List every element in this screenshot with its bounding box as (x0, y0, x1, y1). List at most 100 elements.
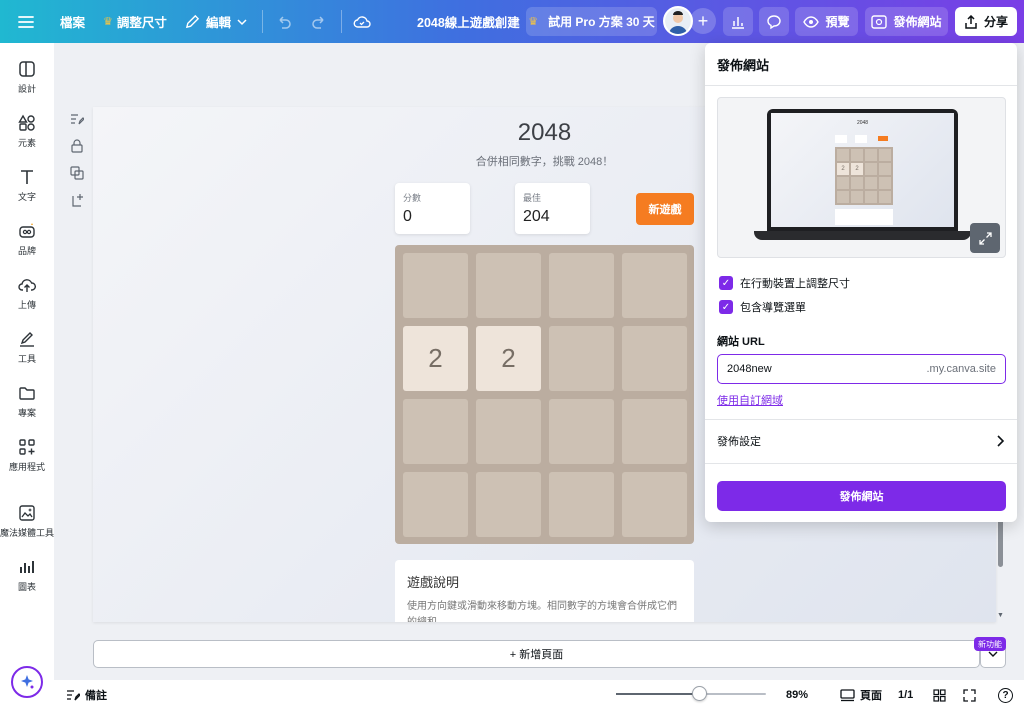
page-count: 1/1 (898, 689, 914, 701)
grid-icon (933, 688, 946, 702)
fullscreen-button[interactable] (963, 680, 976, 710)
scroll-thumb[interactable] (998, 517, 1003, 567)
game-tile: 2 (403, 326, 468, 391)
lock-icon[interactable] (70, 139, 84, 153)
publish-website-button[interactable]: 發佈網站 (717, 481, 1006, 511)
sidebar-item-magic-media[interactable]: 魔法媒體工具 (0, 504, 54, 539)
game-tile: 2 (476, 326, 541, 391)
expand-preview-button[interactable] (970, 223, 1000, 253)
document-title[interactable]: 2048線上遊戲創建 (417, 0, 520, 43)
avatar[interactable] (663, 6, 693, 36)
preview-instructions (835, 209, 893, 225)
preview-tile (837, 149, 849, 161)
sidebar-item-label: 文字 (17, 192, 36, 202)
user-avatar-icon (665, 8, 691, 34)
game-tile (476, 399, 541, 464)
sidebar-item-label: 元素 (17, 138, 36, 148)
notes-button[interactable]: 備註 (66, 680, 107, 710)
site-url-input[interactable] (727, 363, 907, 375)
instructions-card: 遊戲說明 使用方向鍵或滑動來移動方塊。相同數字的方塊會合併成它們的總和。 (395, 560, 694, 622)
preview-game-title: 2048 (856, 120, 869, 126)
menu-button[interactable] (18, 0, 34, 43)
zoom-slider[interactable] (616, 686, 766, 701)
cloud-save-status[interactable] (353, 0, 371, 43)
pages-icon (840, 688, 855, 701)
resize-button[interactable]: ♛ 調整尺寸 (103, 0, 167, 43)
sparkle-icon (21, 675, 34, 689)
game-tile (622, 253, 687, 318)
publish-site-panel: 發佈網站 2048 22 ✓ 在行動裝置上調整尺寸 ✓ 包含導覽選單 網站 UR… (705, 43, 1017, 522)
sidebar-item-label: 品牌 (17, 246, 36, 256)
game-tile (476, 253, 541, 318)
preview-button[interactable]: 預覽 (795, 7, 858, 36)
sidebar-item-label: 上傳 (17, 300, 36, 310)
chart-icon (20, 561, 34, 573)
scroll-down-arrow-icon[interactable]: ▼ (997, 612, 1004, 619)
include-nav-option[interactable]: ✓ 包含導覽選單 (719, 299, 806, 315)
game-tile (622, 326, 687, 391)
url-suffix: .my.canva.site (926, 363, 997, 375)
custom-domain-link[interactable]: 使用自訂網域 (717, 392, 783, 408)
new-game-button[interactable]: 新遊戲 (636, 193, 694, 225)
sidebar-item-label: 工具 (17, 354, 36, 364)
notes-label: 備註 (85, 690, 107, 702)
preview-tile (851, 191, 863, 203)
help-button[interactable]: ? (998, 680, 1013, 710)
edit-menu[interactable]: 編輯 (185, 0, 247, 43)
sidebar-item-projects[interactable]: 專案 (0, 384, 54, 419)
preview-tile (879, 149, 891, 161)
game-tile (403, 399, 468, 464)
sidebar-item-charts[interactable]: 圖表 (0, 558, 54, 593)
redo-button[interactable] (311, 0, 327, 43)
pages-label: 頁面 (860, 690, 882, 702)
game-tile (403, 472, 468, 537)
url-label: 網站 URL (717, 336, 765, 348)
comments-button[interactable] (759, 7, 789, 36)
resize-mobile-option[interactable]: ✓ 在行動裝置上調整尺寸 (719, 275, 850, 291)
undo-button[interactable] (276, 0, 292, 43)
share-button[interactable]: 分享 (955, 7, 1017, 36)
add-page-button[interactable]: + 新增頁面 (93, 640, 980, 668)
publish-site-button[interactable]: 發佈網站 (865, 7, 948, 36)
preview-tile (837, 177, 849, 189)
sidebar-item-uploads[interactable]: 上傳 (0, 276, 54, 311)
sidebar-item-design[interactable]: 設計 (0, 60, 54, 95)
notes-edit-icon[interactable] (70, 112, 84, 126)
magic-media-icon (19, 505, 35, 521)
chevron-down-icon (237, 18, 247, 25)
file-menu[interactable]: 檔案 (60, 0, 85, 43)
zoom-slider-thumb[interactable] (691, 686, 707, 701)
magic-assistant-button[interactable] (11, 666, 43, 698)
grid-view-button[interactable] (933, 680, 946, 710)
add-collaborator-button[interactable]: + (690, 8, 716, 34)
upload-share-icon (965, 14, 977, 29)
brand-icon (19, 223, 35, 238)
game-tile (549, 326, 614, 391)
sidebar-item-apps[interactable]: 應用程式 (0, 438, 54, 473)
game-tile (549, 472, 614, 537)
game-tile (549, 253, 614, 318)
duplicate-icon[interactable] (70, 166, 84, 180)
sidebar-item-brand[interactable]: 品牌 (0, 222, 54, 257)
publish-settings-row[interactable]: 發佈設定 (705, 419, 1017, 463)
bottom-bar: 備註 89% 頁面 1/1 ? (54, 680, 1024, 710)
checkbox-checked-icon[interactable]: ✓ (719, 300, 733, 314)
insights-button[interactable] (723, 7, 753, 36)
page-tools (70, 112, 84, 207)
plus-icon: + (697, 10, 709, 31)
checkbox-checked-icon[interactable]: ✓ (719, 276, 733, 290)
pro-trial-button[interactable]: ♛ 試用 Pro 方案 30 天 (526, 7, 657, 36)
folder-icon (19, 387, 35, 400)
sidebar-item-text[interactable]: 文字 (0, 168, 54, 203)
zoom-level[interactable]: 89% (786, 680, 808, 710)
crown-icon: ♛ (103, 16, 113, 28)
sidebar-item-elements[interactable]: 元素 (0, 114, 54, 149)
best-value: 204 (523, 208, 550, 225)
site-url-field[interactable]: .my.canva.site (717, 354, 1006, 384)
draw-tool-icon (20, 332, 34, 347)
pages-button[interactable]: 頁面 (840, 680, 882, 710)
add-page-icon[interactable] (70, 193, 84, 207)
sidebar-item-tools[interactable]: 工具 (0, 330, 54, 365)
shapes-icon (18, 114, 35, 131)
panel-title: 發佈網站 (717, 58, 770, 73)
